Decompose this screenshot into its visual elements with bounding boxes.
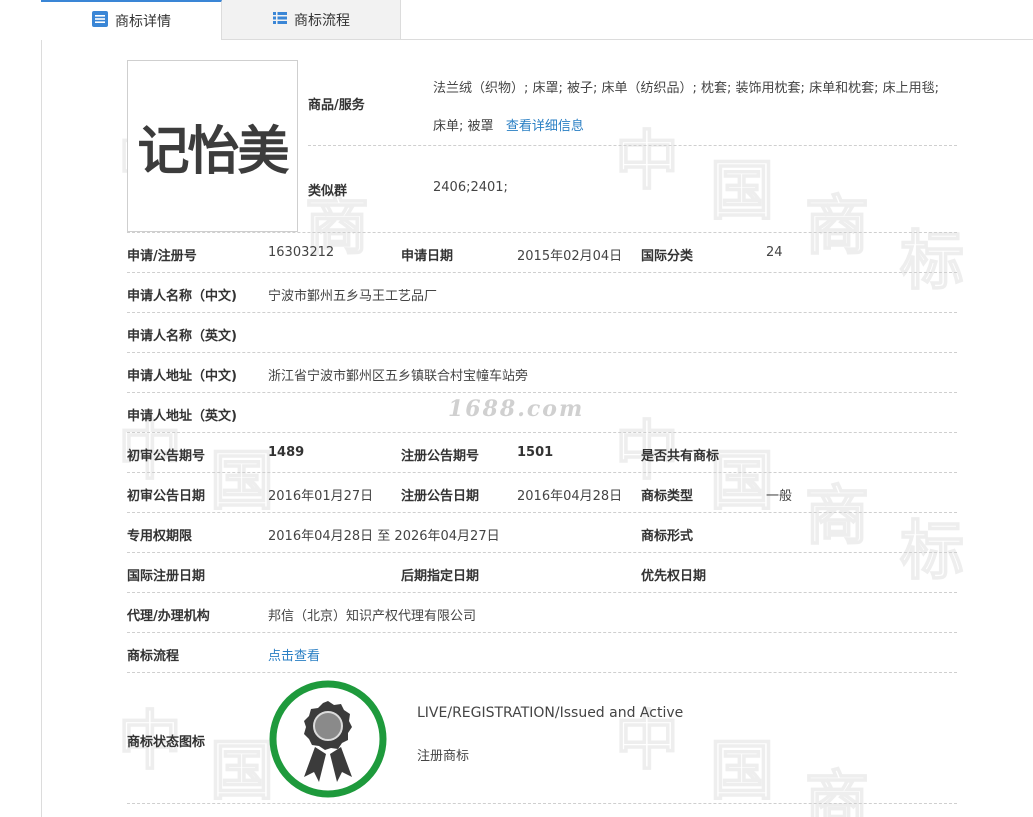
similar-group-value: 2406;2401; <box>433 180 508 195</box>
field-value: 2016年04月28日 至 2026年04月27日 <box>268 529 500 544</box>
field-label: 申请人地址（中文) <box>127 369 237 384</box>
status-label: 商标状态图标 <box>127 735 206 750</box>
similar-group-label: 类似群 <box>308 184 348 199</box>
field-label: 注册公告期号 <box>401 449 480 464</box>
field-value: 2016年04月28日 <box>517 489 623 504</box>
field-label: 注册公告日期 <box>401 489 480 504</box>
table-row: 国际注册日期 后期指定日期 优先权日期 <box>127 552 957 592</box>
goods-services-label: 商品/服务 <box>308 98 365 113</box>
field-label: 商标类型 <box>641 489 694 504</box>
field-label: 商标形式 <box>641 529 694 544</box>
field-value: 1501 <box>517 445 554 460</box>
tab-label: 商标流程 <box>294 12 350 29</box>
field-label: 代理/办理机构 <box>127 609 210 624</box>
detail-table: 申请/注册号 16303212 申请日期 2015年02月04日 国际分类 24… <box>127 232 957 804</box>
table-row: 申请人地址（中文) 浙江省宁波市鄞州区五乡镇联合村宝幢车站旁 <box>127 352 957 392</box>
field-label: 初审公告日期 <box>127 489 206 504</box>
field-label: 国际分类 <box>641 249 694 264</box>
view-process-link[interactable]: 点击查看 <box>268 645 320 664</box>
table-row: 申请人名称（中文) 宁波市鄞州五乡马王工艺品厂 <box>127 272 957 312</box>
trademark-image: 记怡美 <box>127 60 298 232</box>
field-value: 1489 <box>268 445 305 460</box>
left-border <box>41 0 42 817</box>
field-label: 初审公告期号 <box>127 449 206 464</box>
field-value: 宁波市鄞州五乡马王工艺品厂 <box>268 289 438 304</box>
field-label: 申请人地址（英文) <box>127 409 237 424</box>
goods-services-row: 商品/服务 法兰绒（织物）; 床罩; 被子; 床单（纺织品）; 枕套; 装饰用枕… <box>308 60 957 146</box>
field-label: 后期指定日期 <box>401 569 480 584</box>
field-value: 24 <box>766 245 783 260</box>
field-label: 优先权日期 <box>641 569 707 584</box>
table-row: 申请人名称（英文) <box>127 312 957 352</box>
field-label: 专用权期限 <box>127 529 193 544</box>
view-details-link[interactable]: 查看详细信息 <box>506 119 584 134</box>
status-english: LIVE/REGISTRATION/Issued and Active <box>417 705 684 721</box>
status-chinese: 注册商标 <box>417 749 470 764</box>
tab-trademark-details[interactable]: 商标详情 <box>41 0 222 40</box>
similar-group-row: 类似群 2406;2401; <box>308 146 957 232</box>
field-label: 商标流程 <box>127 649 180 664</box>
field-label: 申请/注册号 <box>127 249 197 264</box>
site-watermark: 1688.com <box>448 396 585 422</box>
field-label: 申请人名称（中文) <box>127 289 237 304</box>
field-value: 2015年02月04日 <box>517 249 623 264</box>
field-value: 2016年01月27日 <box>268 489 374 504</box>
tab-label: 商标详情 <box>115 14 171 30</box>
goods-services-value: 法兰绒（织物）; 床罩; 被子; 床单（纺织品）; 枕套; 装饰用枕套; 床单和… <box>433 70 953 146</box>
field-value: 16303212 <box>268 245 335 260</box>
table-row: 商标流程 点击查看 <box>127 632 957 672</box>
field-label: 是否共有商标 <box>641 449 720 464</box>
award-ribbon-icon <box>268 679 388 799</box>
field-label: 申请日期 <box>401 249 454 264</box>
field-label: 申请人名称（英文) <box>127 329 237 344</box>
list-doc-icon <box>91 10 109 32</box>
grid-list-icon <box>272 10 288 30</box>
tab-bar: 商标详情 商标流程 <box>41 0 1033 40</box>
table-row: 初审公告期号 1489 注册公告期号 1501 是否共有商标 <box>127 432 957 472</box>
trademark-logo-text: 记怡美 <box>137 121 289 182</box>
table-row: 专用权期限 2016年04月28日 至 2026年04月27日 商标形式 <box>127 512 957 552</box>
table-row: 申请/注册号 16303212 申请日期 2015年02月04日 国际分类 24 <box>127 232 957 272</box>
field-value: 邦信（北京）知识产权代理有限公司 <box>268 609 477 624</box>
field-value: 一般 <box>766 489 793 504</box>
field-label: 国际注册日期 <box>127 569 206 584</box>
status-row: 商标状态图标 LIVE/REGISTRATION/Issued and Acti… <box>127 672 957 804</box>
table-row: 代理/办理机构 邦信（北京）知识产权代理有限公司 <box>127 592 957 632</box>
table-row: 初审公告日期 2016年01月27日 注册公告日期 2016年04月28日 商标… <box>127 472 957 512</box>
tab-trademark-process[interactable]: 商标流程 <box>222 0 401 40</box>
field-value: 浙江省宁波市鄞州区五乡镇联合村宝幢车站旁 <box>268 369 529 384</box>
